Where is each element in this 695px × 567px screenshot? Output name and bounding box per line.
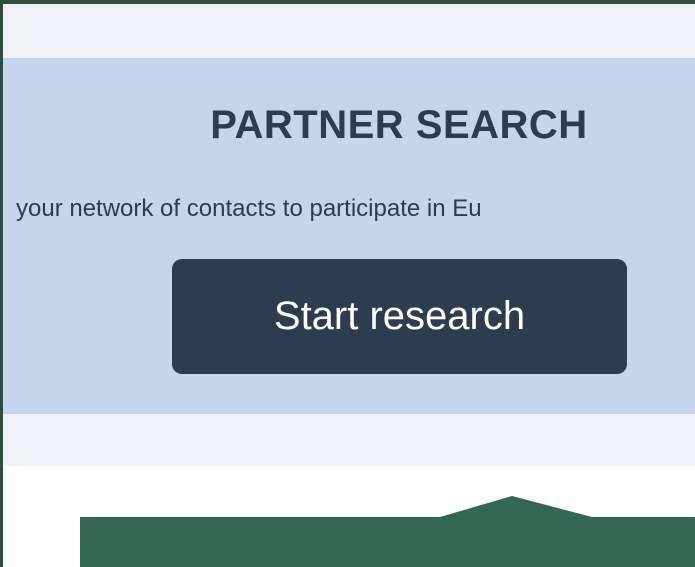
lower-content-area bbox=[0, 466, 695, 567]
start-research-button[interactable]: Start research bbox=[172, 259, 627, 374]
green-panel bbox=[80, 496, 695, 567]
bottom-strip bbox=[0, 414, 695, 466]
top-strip bbox=[0, 0, 695, 58]
banner-subtitle: your network of contacts to participate … bbox=[16, 195, 482, 222]
green-panel-shape bbox=[80, 496, 695, 567]
partner-search-banner: PARTNER SEARCH your network of contacts … bbox=[0, 58, 695, 414]
banner-title: PARTNER SEARCH bbox=[210, 103, 588, 147]
